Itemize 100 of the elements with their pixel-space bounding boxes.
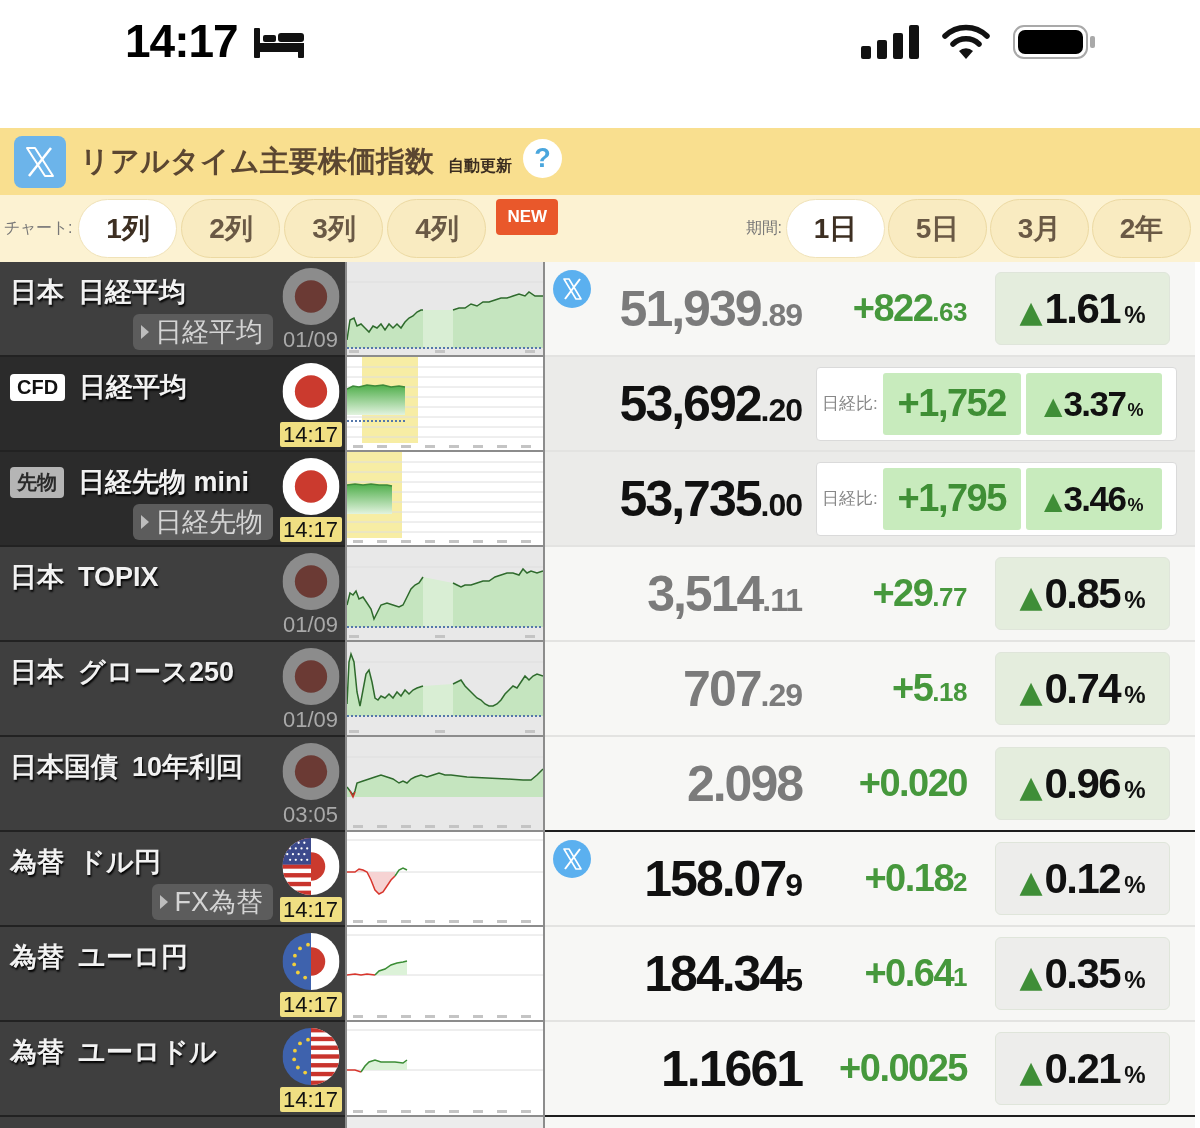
axis-tick	[377, 540, 387, 543]
axis-tick	[521, 1110, 531, 1113]
axis-tick	[401, 1015, 411, 1018]
axis-tick	[377, 1110, 387, 1113]
price-value: 2.098	[686, 754, 802, 813]
up-triangle-icon: ▲	[1019, 961, 1043, 992]
period-tab[interactable]: 5日	[888, 199, 987, 258]
change-value: +0.0025	[839, 1047, 967, 1090]
battery-icon	[1013, 25, 1095, 59]
price-value: 3,514.11	[647, 564, 802, 623]
region-label: 為替	[10, 846, 64, 879]
category-tag: 先物	[10, 466, 64, 498]
axis-tick	[401, 540, 411, 543]
price-value: 51,939.89	[619, 279, 802, 338]
price-value: 53,735.00	[619, 469, 802, 528]
update-time: 14:17	[279, 422, 342, 447]
change-value: +0.182	[864, 857, 967, 900]
axis-tick	[425, 445, 435, 448]
axis-tick	[377, 1015, 387, 1018]
column-tab[interactable]: 3列	[284, 199, 384, 258]
change-value: +0.641	[864, 952, 967, 995]
region-label: 為替	[10, 1036, 64, 1069]
signal-icon	[861, 25, 919, 59]
change-value: +1,795	[882, 467, 1021, 530]
price-value: 1.1661	[661, 1039, 802, 1098]
up-triangle-icon: ▲	[1019, 771, 1043, 802]
axis-tick	[353, 445, 363, 448]
auto-update-label: 自動更新	[448, 156, 512, 176]
sublink-button[interactable]: 日経先物	[133, 504, 273, 540]
change-value: +5.18	[892, 667, 967, 710]
up-triangle-icon: ▲	[1043, 489, 1063, 513]
axis-tick	[425, 540, 435, 543]
lunch-break-area	[423, 684, 453, 716]
period-tab[interactable]: 2年	[1092, 199, 1191, 258]
axis-tick	[449, 825, 459, 828]
axis-tick	[521, 920, 531, 923]
axis-tick	[521, 1015, 531, 1018]
instrument-name: 10年利回	[132, 751, 244, 784]
axis-tick	[473, 1015, 483, 1018]
status-time: 14:17	[125, 14, 238, 68]
axis-tick	[435, 635, 445, 638]
us-japan-flag-icon	[280, 838, 341, 895]
up-triangle-icon: ▲	[1019, 296, 1043, 327]
x-logo-icon[interactable]	[553, 840, 591, 878]
wifi-icon	[941, 24, 991, 60]
region-label: 日本	[10, 656, 64, 689]
axis-tick	[425, 825, 435, 828]
price-value: 53,692.20	[619, 374, 802, 433]
price-value: 158.079	[644, 849, 802, 908]
percent-value: 1.61%	[1044, 284, 1146, 333]
axis-tick	[473, 540, 483, 543]
percent-value: 0.21%	[1044, 1044, 1146, 1093]
lunch-break-area	[423, 310, 453, 348]
change-value: +0.020	[858, 762, 967, 805]
axis-tick	[497, 825, 507, 828]
instrument-name: ユーロドル	[78, 1036, 217, 1069]
category-tag: CFD	[10, 373, 66, 401]
sublink-button[interactable]: FX為替	[152, 884, 273, 920]
instrument-name: 日経先物 mini	[78, 466, 249, 499]
up-triangle-icon: ▲	[1043, 394, 1063, 418]
update-time: 01/09	[282, 612, 339, 637]
axis-tick	[349, 635, 359, 638]
axis-tick	[401, 445, 411, 448]
axis-tick	[435, 730, 445, 733]
column-tab[interactable]: 4列	[387, 199, 487, 258]
x-logo-icon[interactable]	[553, 270, 591, 308]
eu-us-flag-icon	[280, 1028, 341, 1085]
axis-tick	[497, 445, 507, 448]
up-triangle-icon: ▲	[1019, 1056, 1043, 1087]
bed-icon	[253, 28, 304, 58]
x-logo-icon[interactable]	[14, 135, 66, 188]
axis-tick	[449, 920, 459, 923]
axis-tick	[473, 445, 483, 448]
update-time: 14:17	[279, 897, 342, 922]
period-tab[interactable]: 3月	[990, 199, 1089, 258]
axis-tick	[401, 1110, 411, 1113]
axis-tick	[425, 1110, 435, 1113]
axis-tick	[377, 920, 387, 923]
change-value: +29.77	[872, 572, 967, 615]
comparison-label: 日経比:	[822, 488, 878, 510]
update-time: 01/09	[282, 327, 339, 352]
percent-value: 0.74%	[1044, 664, 1146, 713]
axis-tick	[425, 920, 435, 923]
column-tab[interactable]: 1列	[78, 199, 178, 258]
period-tab[interactable]: 1日	[786, 199, 885, 258]
axis-tick	[497, 1110, 507, 1113]
instrument-name: ユーロ円	[78, 941, 188, 974]
axis-tick	[473, 1110, 483, 1113]
caret-icon	[160, 895, 169, 909]
region-label: 日本	[10, 276, 64, 309]
axis-tick	[353, 1110, 363, 1113]
percent-value: 0.12%	[1044, 854, 1146, 903]
change-value: +1,752	[882, 372, 1021, 435]
instrument-name: ドル円	[78, 846, 161, 879]
period-label: 期間:	[745, 218, 782, 238]
chart-columns-label: チャート:	[4, 218, 73, 238]
column-tab[interactable]: 2列	[181, 199, 281, 258]
change-value: +822.63	[852, 287, 967, 330]
sublink-button[interactable]: 日経平均	[133, 314, 273, 350]
axis-tick	[377, 825, 387, 828]
